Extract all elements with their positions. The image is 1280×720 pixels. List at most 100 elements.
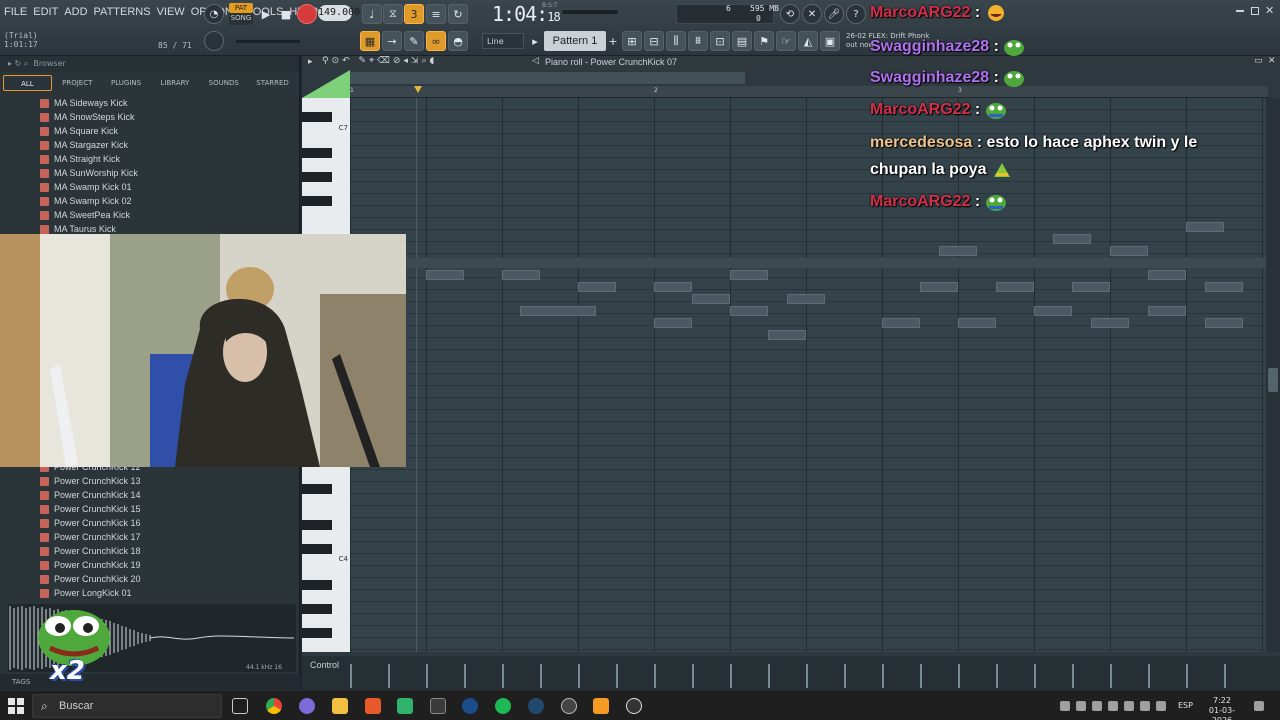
note[interactable] bbox=[1034, 306, 1072, 316]
tray-audio-icon[interactable] bbox=[1124, 701, 1134, 711]
black-key[interactable] bbox=[302, 484, 332, 494]
steam-alt-icon[interactable] bbox=[528, 698, 544, 714]
tool-mode-select[interactable]: Line bbox=[482, 33, 524, 49]
wait-input-icon[interactable]: ⧖ bbox=[383, 4, 403, 24]
list-item[interactable]: MA Square Kick bbox=[40, 124, 138, 138]
chrome-icon[interactable] bbox=[266, 698, 282, 714]
list-item[interactable]: MA SweetPea Kick bbox=[40, 208, 138, 222]
scroll-thumb[interactable] bbox=[1268, 368, 1278, 392]
media-player-icon[interactable] bbox=[626, 698, 642, 714]
note[interactable] bbox=[768, 330, 806, 340]
arrow-icon[interactable]: → bbox=[382, 31, 402, 51]
song-mode[interactable]: SONG bbox=[229, 13, 253, 23]
event-control-lane[interactable]: Control bbox=[302, 656, 1280, 690]
touch-icon[interactable]: ☞ bbox=[776, 31, 796, 51]
obs-icon[interactable] bbox=[561, 698, 577, 714]
menu-add[interactable]: ADD bbox=[64, 6, 87, 18]
steam-icon[interactable] bbox=[462, 698, 478, 714]
menu-edit[interactable]: EDIT bbox=[33, 6, 58, 18]
play-icon[interactable]: ▶ bbox=[256, 4, 276, 24]
piano-roll-menu-icon[interactable]: ▸ bbox=[308, 57, 313, 67]
velocity-bar[interactable] bbox=[578, 664, 580, 688]
list-item[interactable]: MA SnowSteps Kick bbox=[40, 110, 138, 124]
menu-file[interactable]: FILE bbox=[4, 6, 27, 18]
black-key[interactable] bbox=[302, 172, 332, 182]
speaker-icon[interactable]: ◁ bbox=[532, 56, 539, 66]
list-item[interactable]: Power CrunchKick 13 bbox=[40, 474, 141, 488]
velocity-bar[interactable] bbox=[1072, 664, 1074, 688]
black-key[interactable] bbox=[302, 196, 332, 206]
velocity-bar[interactable] bbox=[768, 664, 770, 688]
black-key[interactable] bbox=[302, 112, 332, 122]
draw-icon[interactable]: ✎ bbox=[404, 31, 424, 51]
note[interactable] bbox=[1148, 270, 1186, 280]
black-key[interactable] bbox=[302, 580, 332, 590]
velocity-bar[interactable] bbox=[806, 664, 808, 688]
velocity-bar[interactable] bbox=[616, 664, 618, 688]
note[interactable] bbox=[730, 270, 768, 280]
velocity-bar[interactable] bbox=[1034, 664, 1036, 688]
note[interactable] bbox=[920, 282, 958, 292]
velocity-bar[interactable] bbox=[350, 664, 352, 688]
velocity-bar[interactable] bbox=[1148, 664, 1150, 688]
stamp-icon[interactable]: ◓ bbox=[448, 31, 468, 51]
timeline-ruler[interactable]: 1 2 3 bbox=[350, 86, 1268, 98]
store-icon[interactable] bbox=[397, 698, 413, 714]
channel-rack-icon[interactable]: ⊞ bbox=[622, 31, 642, 51]
file-explorer-icon[interactable] bbox=[332, 698, 348, 714]
tab-library[interactable]: LIBRARY bbox=[151, 75, 198, 91]
note[interactable] bbox=[1053, 234, 1091, 244]
tray-chevron-icon[interactable] bbox=[1060, 701, 1070, 711]
master-pitch-slider[interactable] bbox=[236, 40, 300, 43]
metronome-icon[interactable]: ♩ bbox=[362, 4, 382, 24]
pat-mode[interactable]: PAT bbox=[229, 3, 253, 13]
black-key[interactable] bbox=[302, 148, 332, 158]
stop-icon[interactable]: ■ bbox=[276, 4, 296, 24]
control-label[interactable]: Control bbox=[310, 660, 339, 670]
list-item[interactable]: Power CrunchKick 15 bbox=[40, 502, 141, 516]
note[interactable] bbox=[882, 318, 920, 328]
plugin-icon[interactable]: ⚑ bbox=[754, 31, 774, 51]
pattern-selector[interactable]: Pattern 1 bbox=[544, 31, 606, 51]
list-item[interactable]: MA Sideways Kick bbox=[40, 96, 138, 110]
velocity-bar[interactable] bbox=[730, 664, 732, 688]
tools-icon[interactable]: ✕ bbox=[802, 4, 822, 24]
velocity-bar[interactable] bbox=[1110, 664, 1112, 688]
note[interactable] bbox=[1110, 246, 1148, 256]
windows-start-icon[interactable] bbox=[8, 698, 24, 714]
list-item[interactable]: MA SunWorship Kick bbox=[40, 166, 138, 180]
menu-patterns[interactable]: PATTERNS bbox=[94, 6, 151, 18]
piano-roll-tools[interactable]: ⚲⊙↶ ✎⌖⌫⊘◂⇲⌕◖ bbox=[322, 56, 437, 66]
minimize-icon[interactable] bbox=[1236, 10, 1244, 12]
tempo-tap-icon[interactable]: ◭ bbox=[798, 31, 818, 51]
tab-all[interactable]: ALL bbox=[3, 75, 52, 91]
note[interactable] bbox=[958, 318, 996, 328]
velocity-bar[interactable] bbox=[996, 664, 998, 688]
note[interactable] bbox=[426, 270, 464, 280]
tab-starred[interactable]: STARRED bbox=[249, 75, 296, 91]
velocity-bar[interactable] bbox=[540, 664, 542, 688]
velocity-bar[interactable] bbox=[426, 664, 428, 688]
list-item[interactable]: Power CrunchKick 18 bbox=[40, 544, 141, 558]
list-item[interactable]: Power CrunchKick 17 bbox=[40, 530, 141, 544]
mic-icon[interactable]: 🎤︎ bbox=[824, 4, 844, 24]
discord-icon[interactable] bbox=[299, 698, 315, 714]
velocity-bar[interactable] bbox=[1186, 664, 1188, 688]
tray-clock[interactable]: 7:22 01-03-2026 bbox=[1200, 696, 1244, 720]
note[interactable] bbox=[1148, 306, 1186, 316]
tempo-display[interactable]: 149.000 bbox=[318, 5, 360, 21]
menu-view[interactable]: VIEW bbox=[157, 6, 185, 18]
add-pattern-icon[interactable]: + bbox=[606, 31, 620, 51]
velocity-bar[interactable] bbox=[882, 664, 884, 688]
piano-roll-close-icon[interactable]: ✕ bbox=[1268, 56, 1276, 66]
note[interactable] bbox=[1205, 318, 1243, 328]
maximize-icon[interactable] bbox=[1251, 7, 1259, 15]
tray-wifi-icon[interactable] bbox=[1156, 701, 1166, 711]
tab-sounds[interactable]: SOUNDS bbox=[200, 75, 247, 91]
step-edit-icon[interactable]: ≡ bbox=[426, 4, 446, 24]
playlist-icon[interactable]: ▦ bbox=[360, 31, 380, 51]
tray-volume-icon[interactable] bbox=[1140, 701, 1150, 711]
snap-link-icon[interactable]: ∞ bbox=[426, 31, 446, 51]
epic-games-icon[interactable] bbox=[430, 698, 446, 714]
list-item[interactable]: MA Stargazer Kick bbox=[40, 138, 138, 152]
